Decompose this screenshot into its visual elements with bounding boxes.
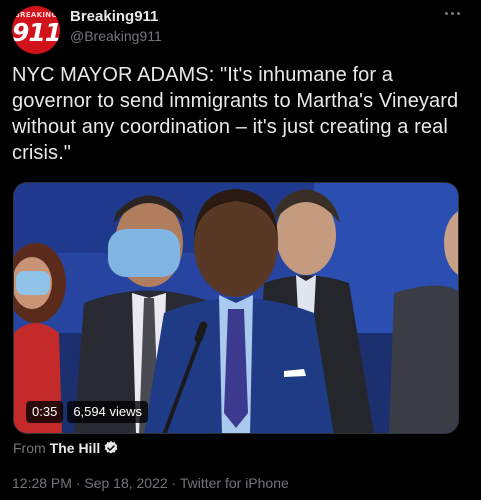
video-meta: 0:35 6,594 views bbox=[26, 401, 148, 423]
video-duration: 0:35 bbox=[26, 401, 64, 423]
source-prefix: From bbox=[13, 440, 46, 456]
more-icon[interactable] bbox=[440, 4, 464, 22]
tweet-text: NYC MAYOR ADAMS: "It's inhumane for a go… bbox=[12, 64, 459, 164]
avatar-number: 911 bbox=[12, 18, 60, 47]
verified-badge-icon bbox=[104, 441, 118, 454]
tweet-timestamp[interactable]: 12:28 PM · Sep 18, 2022 · Twitter for iP… bbox=[12, 475, 289, 491]
source-link[interactable]: The Hill bbox=[50, 440, 101, 456]
author-handle[interactable]: @Breaking911 bbox=[70, 28, 162, 44]
tweet-card[interactable]: BREAKING 911 Breaking911 @Breaking911 NY… bbox=[0, 0, 481, 500]
video-views: 6,594 views bbox=[67, 401, 148, 423]
media-source: From The Hill bbox=[13, 440, 119, 456]
author-display-name[interactable]: Breaking911 bbox=[70, 8, 158, 25]
video-player[interactable]: 0:35 6,594 views bbox=[13, 182, 459, 434]
video-thumbnail bbox=[14, 183, 458, 433]
avatar[interactable]: BREAKING 911 bbox=[12, 6, 60, 54]
